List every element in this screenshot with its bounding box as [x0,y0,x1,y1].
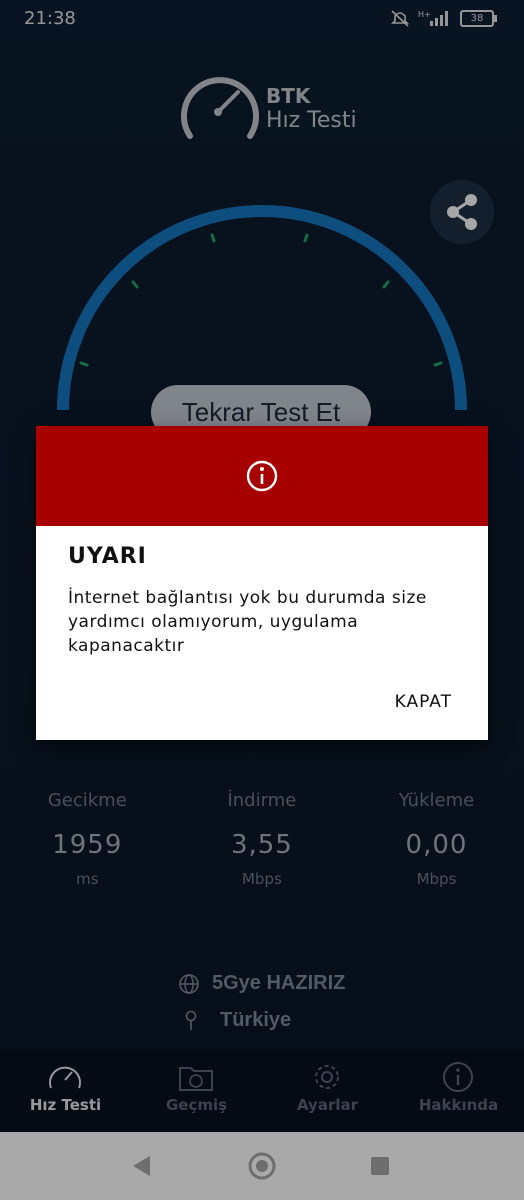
dialog-header [36,426,488,526]
app-screen: 21:38 H+ 38 BTK Hız Testi Tekrar Test Et… [0,0,524,1132]
alert-dialog: UYARI İnternet bağlantısı yok bu durumda… [36,426,488,740]
back-icon[interactable] [130,1154,154,1178]
dialog-title: UYARI [68,544,147,569]
recents-icon[interactable] [369,1155,391,1177]
info-icon [246,460,278,492]
close-button[interactable]: KAPAT [395,692,452,712]
system-navigation-bar [0,1132,524,1200]
home-icon[interactable] [247,1151,277,1181]
dialog-message: İnternet bağlantısı yok bu durumda size … [68,588,427,656]
